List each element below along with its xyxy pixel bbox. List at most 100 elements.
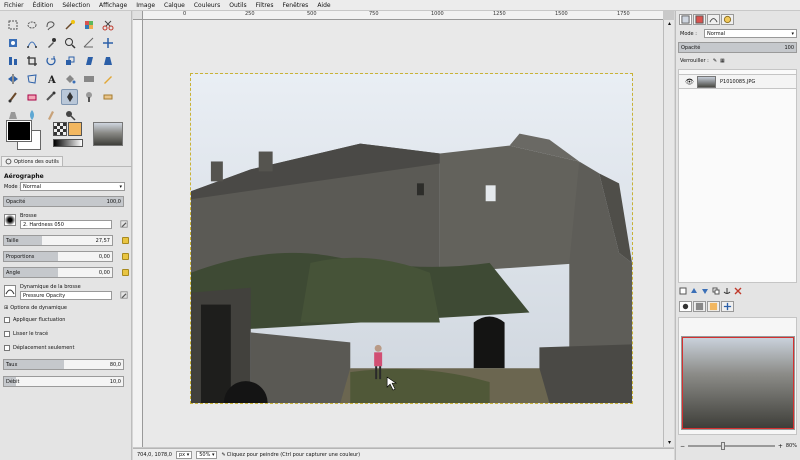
zoom-out-icon[interactable]: − (680, 443, 685, 450)
lock-pixels-icon[interactable]: ✎ (713, 58, 717, 64)
new-layer-icon[interactable] (679, 287, 687, 295)
gradient-preview[interactable] (53, 139, 83, 147)
anchor-layer-icon[interactable] (723, 287, 731, 295)
align-icon[interactable] (4, 53, 21, 69)
layer-row[interactable]: 👁 P1010085.JPG (678, 74, 797, 89)
fluctuation-check-box[interactable] (4, 317, 10, 323)
scroll-down-icon[interactable]: ▾ (665, 439, 674, 447)
layers-list[interactable] (678, 69, 797, 283)
crop-icon[interactable] (23, 53, 40, 69)
menu-1[interactable]: Édition (33, 2, 54, 9)
opacity-slider[interactable]: Opacité 100,0 (3, 196, 124, 207)
edit-brush-icon[interactable] (120, 220, 128, 228)
blend-icon[interactable] (80, 71, 97, 87)
bucket-fill-icon[interactable] (61, 71, 78, 87)
layer-opacity-slider[interactable]: Opacité 100 (678, 42, 797, 53)
flip-icon[interactable] (4, 71, 21, 87)
fuzzy-select-icon[interactable] (61, 17, 78, 33)
cage-icon[interactable] (23, 71, 40, 87)
menu-9[interactable]: Fenêtres (282, 2, 308, 9)
duplicate-layer-icon[interactable] (712, 287, 720, 295)
size-slider[interactable]: Taille 27,57 (3, 235, 113, 246)
incremental-checkbox[interactable]: Déplacement seulement (4, 345, 74, 351)
tab-tool-options[interactable]: Options des outils (1, 156, 63, 166)
rate-slider[interactable]: Taux 80,0 (3, 359, 124, 370)
pattern-preview[interactable] (68, 122, 82, 136)
vertical-scrollbar[interactable]: ▴ ▾ (663, 20, 674, 447)
angle-slider[interactable]: Angle 0,00 (3, 267, 113, 278)
menu-0[interactable]: Fichier (4, 2, 24, 9)
paths-icon[interactable] (23, 35, 40, 51)
lasso-icon[interactable] (42, 17, 59, 33)
tab-navigation[interactable] (679, 301, 692, 312)
zoom-select[interactable]: 50% ▾ (196, 450, 218, 459)
foreground-select-icon[interactable] (4, 35, 21, 51)
brush-field[interactable]: 2. Hardness 050 (20, 220, 112, 229)
zoom-slider-handle[interactable] (721, 442, 726, 450)
paintbrush-icon[interactable] (4, 89, 21, 105)
shear-icon[interactable] (80, 53, 97, 69)
pencil-icon[interactable] (99, 71, 116, 87)
mode-select[interactable]: Normal ▾ (20, 182, 125, 191)
heal-icon[interactable] (99, 89, 116, 105)
image-canvas[interactable] (190, 73, 633, 404)
clone-icon[interactable] (80, 89, 97, 105)
tab-patterns[interactable] (707, 301, 720, 312)
menu-7[interactable]: Outils (229, 2, 246, 9)
rotate-icon[interactable] (42, 53, 59, 69)
horizontal-ruler[interactable]: 0 250 500 750 1000 1250 1500 1750 (143, 11, 663, 20)
delete-layer-icon[interactable] (734, 287, 742, 295)
raise-layer-icon[interactable] (690, 287, 698, 295)
edit-dynamics-icon[interactable] (120, 291, 128, 299)
tab-undo-history[interactable] (721, 14, 734, 25)
canvas-viewport[interactable] (143, 20, 663, 447)
navigation-preview[interactable] (678, 317, 797, 435)
rect-select-icon[interactable] (4, 17, 21, 33)
vertical-ruler[interactable] (133, 20, 143, 447)
move-icon[interactable] (99, 35, 116, 51)
ellipse-select-icon[interactable] (23, 17, 40, 33)
smooth-check-box[interactable] (4, 331, 10, 337)
smooth-checkbox[interactable]: Lisser le tracé (4, 331, 48, 337)
zoom-icon[interactable] (61, 35, 78, 51)
menu-5[interactable]: Calque (164, 2, 185, 9)
eraser-icon[interactable] (23, 89, 40, 105)
dynamics-options-expander[interactable]: ⊞ Options de dynamique (4, 305, 67, 311)
scale-icon[interactable] (61, 53, 78, 69)
tab-channels[interactable] (693, 14, 706, 25)
scissors-icon[interactable] (99, 17, 116, 33)
brush-preview[interactable] (53, 122, 67, 136)
color-picker-icon[interactable] (42, 35, 59, 51)
menu-4[interactable]: Image (136, 2, 155, 9)
tab-pointer[interactable] (721, 301, 734, 312)
reset-ratio-icon[interactable] (122, 253, 129, 260)
text-icon[interactable]: A (42, 71, 59, 87)
brush-button[interactable] (4, 214, 16, 226)
ratio-slider[interactable]: Proportions 0,00 (3, 251, 113, 262)
zoom-in-icon[interactable]: + (778, 443, 783, 450)
tab-brushes[interactable] (693, 301, 706, 312)
menu-6[interactable]: Couleurs (194, 2, 220, 9)
active-image-thumbnail[interactable] (93, 122, 123, 146)
eye-icon[interactable]: 👁 (685, 78, 694, 86)
tab-layers[interactable] (679, 14, 692, 25)
perspective-icon[interactable] (99, 53, 116, 69)
flow-slider[interactable]: Débit 10,0 (3, 376, 124, 387)
dynamics-icon[interactable] (4, 285, 16, 297)
fluctuation-checkbox[interactable]: Appliquer fluctuation (4, 317, 65, 323)
layer-mode-select[interactable]: Normal ▾ (704, 29, 797, 38)
lock-alpha-icon[interactable]: ▦ (720, 58, 725, 64)
ruler-corner[interactable] (133, 11, 143, 20)
tab-paths[interactable] (707, 14, 720, 25)
color-select-icon[interactable] (80, 17, 97, 33)
reset-angle-icon[interactable] (122, 269, 129, 276)
foreground-color[interactable] (7, 121, 31, 141)
lower-layer-icon[interactable] (701, 287, 709, 295)
menu-3[interactable]: Affichage (99, 2, 127, 9)
incremental-check-box[interactable] (4, 345, 10, 351)
navigation-viewport-frame[interactable] (682, 337, 794, 429)
menu-2[interactable]: Sélection (62, 2, 90, 9)
scroll-up-icon[interactable]: ▴ (665, 20, 674, 28)
dynamics-field[interactable]: Pressure Opacity (20, 291, 112, 300)
zoom-slider[interactable] (688, 442, 775, 450)
